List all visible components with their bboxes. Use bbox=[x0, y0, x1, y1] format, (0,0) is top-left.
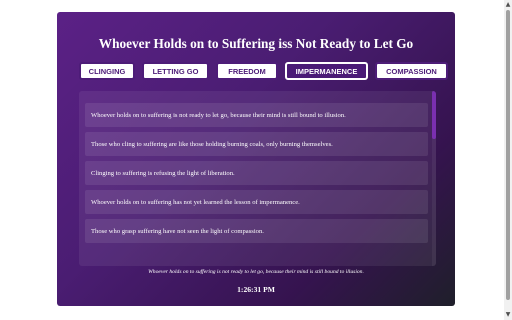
app-panel: Whoever Holds on to Suffering iss Not Re… bbox=[57, 12, 455, 306]
page-title: Whoever Holds on to Suffering iss Not Re… bbox=[98, 36, 414, 51]
tab-impermanence[interactable]: IMPERMANENCE bbox=[285, 62, 368, 80]
quote-item: Clinging to suffering is refusing the li… bbox=[85, 161, 428, 185]
tab-compassion[interactable]: COMPASSION bbox=[375, 62, 448, 80]
clock-time: 1:26:31 PM bbox=[237, 285, 275, 294]
list-scrollbar[interactable] bbox=[432, 91, 436, 266]
list-scrollbar-thumb[interactable] bbox=[432, 91, 436, 139]
quote-item: Whoever holds on to suffering is not rea… bbox=[85, 103, 428, 127]
page-scrollbar[interactable]: ▲ ▼ bbox=[504, 0, 512, 320]
scroll-down-icon[interactable]: ▼ bbox=[504, 310, 512, 320]
quote-item: Those who grasp suffering have not seen … bbox=[85, 219, 428, 243]
quote-list[interactable]: Whoever holds on to suffering is not rea… bbox=[79, 91, 436, 266]
quote-item: Those who cling to suffering are like th… bbox=[85, 132, 428, 156]
current-quote: Whoever holds on to suffering is not rea… bbox=[148, 269, 364, 275]
quote-item: Whoever holds on to suffering has not ye… bbox=[85, 190, 428, 214]
tab-bar: CLINGING LETTING GO FREEDOM IMPERMANENCE… bbox=[79, 62, 448, 80]
scroll-up-icon[interactable]: ▲ bbox=[504, 0, 512, 10]
page-scrollbar-thumb[interactable] bbox=[506, 10, 510, 300]
tab-letting-go[interactable]: LETTING GO bbox=[142, 62, 209, 80]
tab-freedom[interactable]: FREEDOM bbox=[216, 62, 278, 80]
tab-clinging[interactable]: CLINGING bbox=[79, 62, 135, 80]
